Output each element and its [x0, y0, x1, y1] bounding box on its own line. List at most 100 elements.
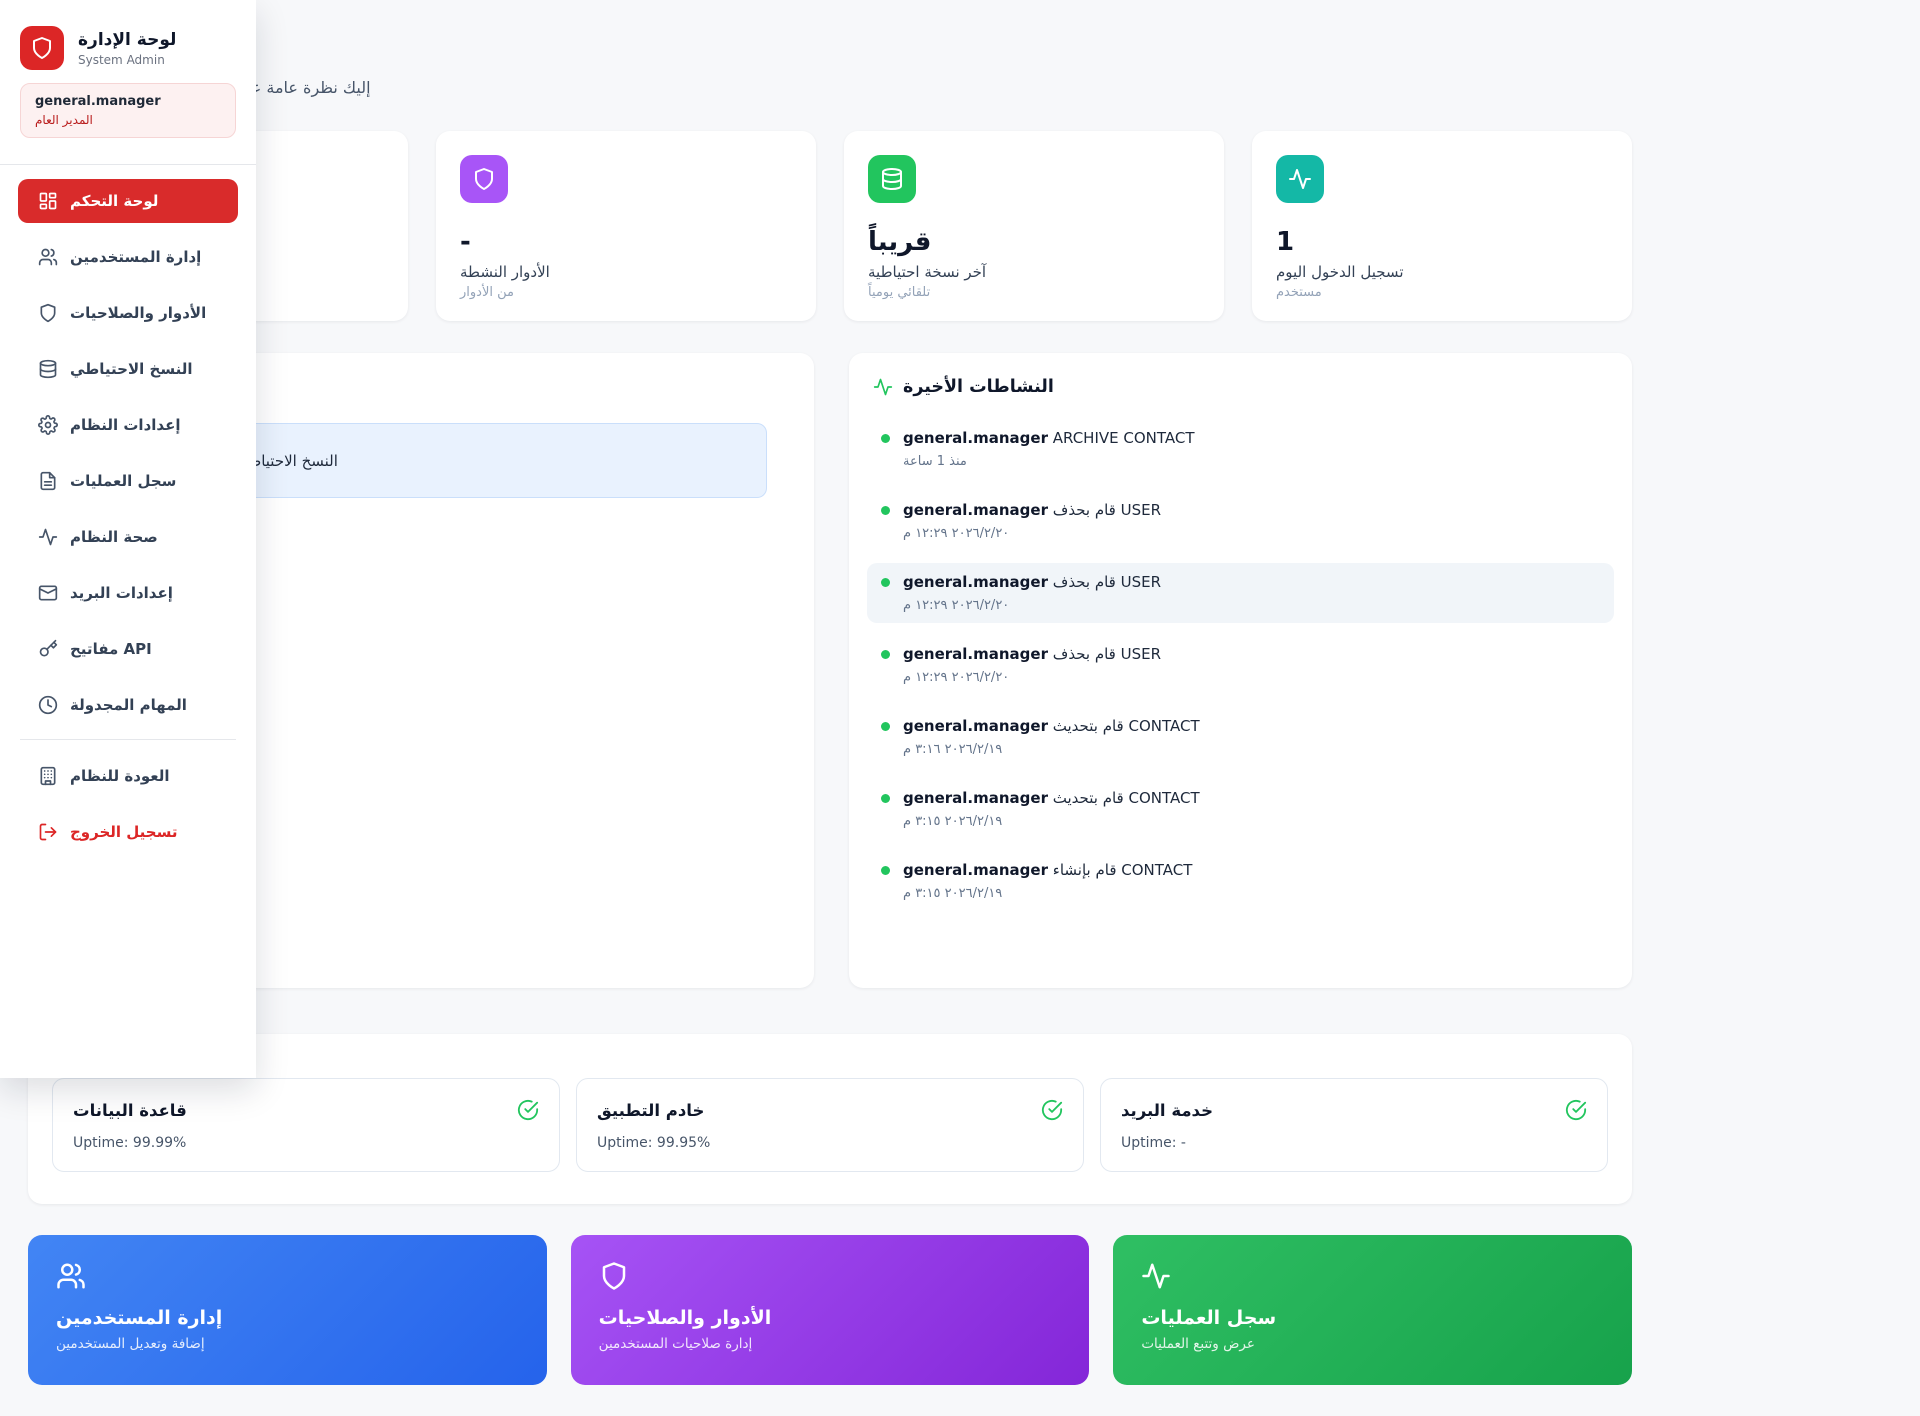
service-ok-check-icon [517, 1099, 539, 1121]
stat-value: - [460, 227, 792, 257]
logo-text: لوحة الإدارة System Admin [78, 30, 176, 67]
service-status-card: خادم التطبيقUptime: 99.95% [576, 1078, 1084, 1172]
activity-text: general.manager قام بإنشاء CONTACT [903, 860, 1192, 880]
activity-content: general.manager قام بحذف USER ٢٠٢٦/٢/٢٠ ١… [903, 500, 1161, 542]
sidebar-item-log-out[interactable]: تسجيل الخروج [18, 810, 238, 854]
quick-action-users[interactable]: إدارة المستخدمينإضافة وتعديل المستخدمين [28, 1235, 547, 1385]
sidebar-footer-nav: العودة للنظام تسجيل الخروج [0, 742, 256, 854]
quick-action-title: إدارة المستخدمين [56, 1307, 519, 1329]
activity-item[interactable]: general.manager قام بتحديث CONTACT ٢٠٢٦/٢… [867, 779, 1614, 839]
activity-timestamp: ٢٠٢٦/٢/١٩ ٣:١٥ م [903, 813, 1200, 830]
sidebar-item-shield[interactable]: الأدوار والصلاحيات [18, 291, 238, 335]
sidebar-item-settings[interactable]: إعدادات النظام [18, 403, 238, 447]
sidebar-item-activity[interactable]: صحة النظام [18, 515, 238, 559]
activity-timestamp: ٢٠٢٦/٢/٢٠ ١٢:٢٩ م [903, 669, 1161, 686]
activity-text: general.manager قام بتحديث CONTACT [903, 716, 1200, 736]
service-name: خدمة البريد [1121, 1101, 1213, 1120]
stat-card: قريباً آخر نسخة احتياطية تلقائي يومياً [844, 131, 1224, 321]
activity-status-dot [881, 506, 890, 515]
activity-item[interactable]: general.manager قام بحذف USER ٢٠٢٦/٢/٢٠ ١… [867, 491, 1614, 551]
key-icon [38, 639, 58, 659]
sidebar-item-building[interactable]: العودة للنظام [18, 754, 238, 798]
service-name: خادم التطبيق [597, 1101, 704, 1120]
sidebar-item-database[interactable]: النسخ الاحتياطي [18, 347, 238, 391]
nav-label: إعدادات النظام [70, 416, 180, 434]
activity-timestamp: ٢٠٢٦/٢/٢٠ ١٢:٢٩ م [903, 525, 1161, 542]
check-circle-icon [517, 1099, 539, 1121]
activity-content: general.manager قام بتحديث CONTACT٢٠٢٦/٢… [903, 716, 1200, 758]
activity-text: general.manager قام بتحديث CONTACT [903, 788, 1200, 808]
nav-label: إدارة المستخدمين [70, 248, 201, 266]
stat-label: تسجيل الدخول اليوم [1276, 263, 1608, 281]
database-icon [38, 359, 58, 379]
activity-status-dot [881, 722, 890, 731]
dashboard-icon [38, 191, 58, 211]
activity-item[interactable]: general.manager قام بحذف USER ٢٠٢٦/٢/٢٠ ١… [867, 635, 1614, 695]
activity-text: general.manager قام بحذف USER [903, 500, 1161, 520]
stat-shield-icon-badge [460, 155, 508, 203]
sidebar-item-clock[interactable]: المهام المجدولة [18, 683, 238, 727]
activity-item[interactable]: general.manager قام بإنشاء CONTACT٢٠٢٦/٢… [867, 851, 1614, 911]
activity-timestamp: ٢٠٢٦/٢/٢٠ ١٢:٢٩ م [903, 597, 1161, 614]
quick-actions-row: إدارة المستخدمينإضافة وتعديل المستخدمينا… [28, 1235, 1632, 1385]
activity-item[interactable]: general.manager قام بتحديث CONTACT٢٠٢٦/٢… [867, 707, 1614, 767]
activity-icon [1288, 167, 1312, 191]
service-name: قاعدة البيانات [73, 1101, 187, 1120]
sidebar-item-file-text[interactable]: سجل العمليات [18, 459, 238, 503]
activity-pulse-icon [873, 377, 893, 397]
clock-icon [38, 695, 58, 715]
users-icon [38, 247, 58, 267]
check-circle-icon [1565, 1099, 1587, 1121]
log-out-icon [38, 822, 58, 842]
stat-card: -الأدوار النشطةمن الأدوار [436, 131, 816, 321]
nav-label: الأدوار والصلاحيات [70, 304, 206, 322]
activity-content: general.manager ARCHIVE CONTACTمنذ 1 ساع… [903, 428, 1195, 470]
activity-item[interactable]: general.manager قام بحذف USER٢٠٢٦/٢/٢٠ ١… [867, 563, 1614, 623]
activity-text: general.manager قام بحذف USER [903, 644, 1161, 664]
activity-action: قام بتحديث CONTACT [1053, 789, 1200, 807]
logo-row: لوحة الإدارة System Admin [20, 26, 236, 70]
settings-icon [38, 415, 58, 435]
quick-action-shield[interactable]: الأدوار والصلاحياتإدارة صلاحيات المستخدم… [571, 1235, 1090, 1385]
current-user-name: general.manager [35, 94, 221, 109]
sidebar-item-users[interactable]: إدارة المستخدمين [18, 235, 238, 279]
app-title: لوحة الإدارة [78, 30, 176, 50]
nav-label: مفاتيح API [70, 640, 152, 658]
quick-action-subtitle: إدارة صلاحيات المستخدمين [599, 1336, 1062, 1352]
activity-actor: general.manager [903, 501, 1048, 519]
stats-row: -الأدوار النشطةمن الأدوار قريباً آخر نسخة … [28, 131, 1632, 321]
stat-label: آخر نسخة احتياطية [868, 263, 1200, 281]
database-icon [880, 167, 904, 191]
nav-label: العودة للنظام [70, 767, 170, 785]
sidebar-nav: لوحة التحكم إدارة المستخدمين الأدوار والصل… [0, 165, 256, 727]
system-status-panel: قاعدة البياناتUptime: 99.99%خادم التطبيق… [28, 1034, 1632, 1204]
service-uptime: Uptime: - [1121, 1135, 1587, 1151]
users-icon [56, 1261, 86, 1291]
services-row: قاعدة البياناتUptime: 99.99%خادم التطبيق… [52, 1078, 1608, 1172]
activity-status-dot [881, 434, 890, 443]
service-status-card: قاعدة البياناتUptime: 99.99% [52, 1078, 560, 1172]
stat-value: قريباً [868, 227, 1200, 257]
shield-icon [599, 1261, 629, 1291]
file-text-icon [38, 471, 58, 491]
activity-action: قام بحذف USER [1053, 573, 1161, 591]
panels-row: النسخ الاحتياطي والتصدير قيد التطوير حال… [28, 353, 1632, 988]
stat-sublabel: تلقائي يومياً [868, 285, 1200, 300]
sidebar-item-dashboard[interactable]: لوحة التحكم [18, 179, 238, 223]
app-subtitle: System Admin [78, 53, 176, 67]
activity-icon [1141, 1261, 1171, 1291]
sidebar-header: لوحة الإدارة System Admin general.manage… [0, 0, 256, 138]
stat-database-icon-badge [868, 155, 916, 203]
nav-label: المهام المجدولة [70, 696, 187, 714]
activity-item[interactable]: general.manager ARCHIVE CONTACTمنذ 1 ساع… [867, 419, 1614, 479]
quick-action-activity[interactable]: سجل العملياتعرض وتتبع العمليات [1113, 1235, 1632, 1385]
activity-actor: general.manager [903, 429, 1048, 447]
stat-sublabel: من الأدوار [460, 285, 792, 300]
stat-card: 1تسجيل الدخول اليوممستخدم [1252, 131, 1632, 321]
main-content: لوحة التحكم إليك نظرة عامة على أداء النظ… [28, 0, 1632, 1385]
activity-actor: general.manager [903, 717, 1048, 735]
current-user-role: المدير العام [35, 113, 221, 127]
sidebar-item-mail[interactable]: إعدادات البريد [18, 571, 238, 615]
activity-actor: general.manager [903, 861, 1048, 879]
sidebar-item-key[interactable]: مفاتيح API [18, 627, 238, 671]
